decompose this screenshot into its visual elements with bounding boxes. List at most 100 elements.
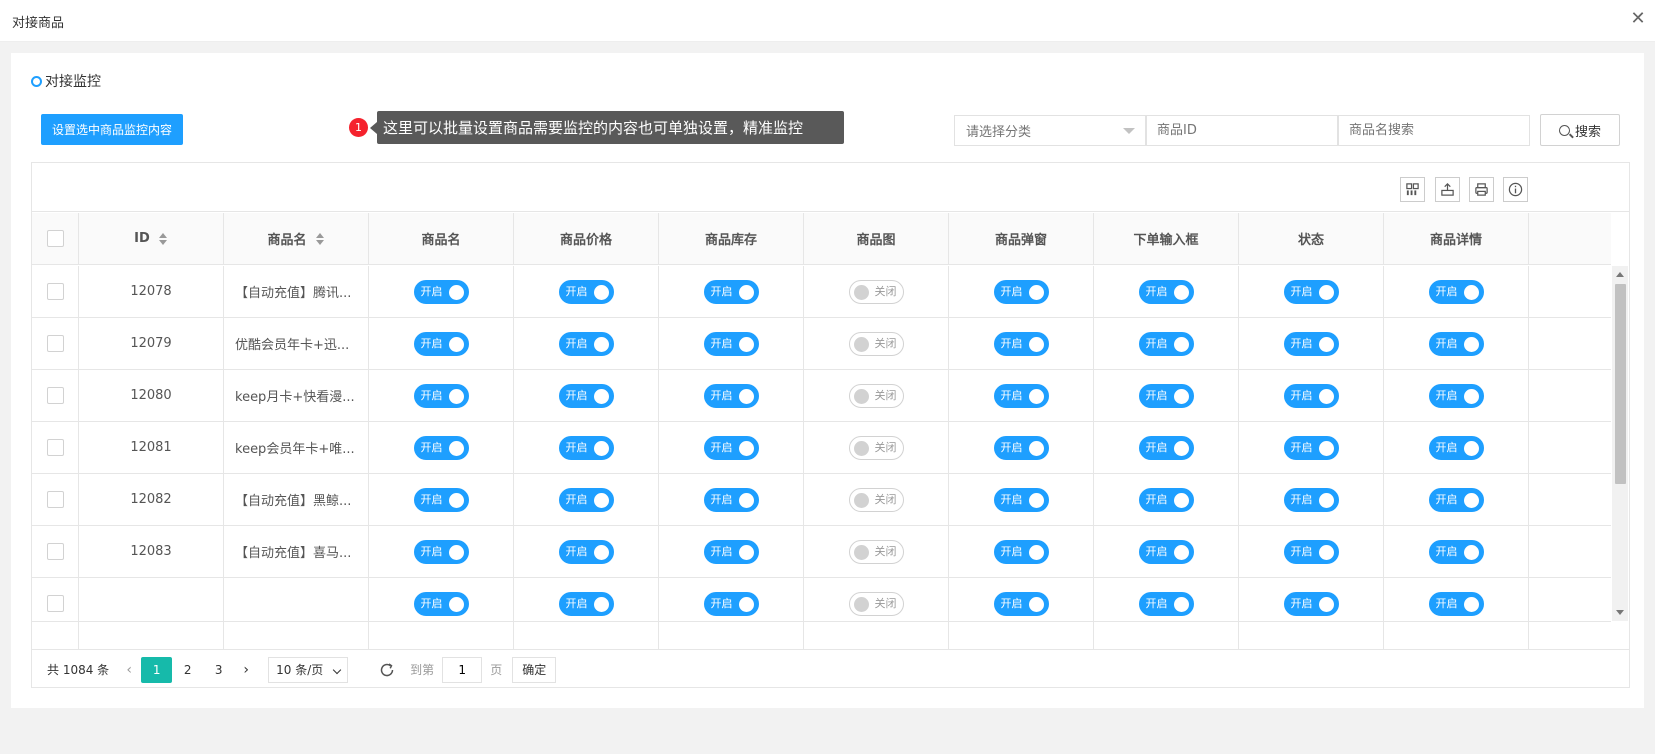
monitor-price-toggle[interactable]: 开启 [558,383,614,408]
row-checkbox[interactable] [46,335,64,352]
print-icon[interactable] [1469,177,1494,202]
monitor-price-toggle[interactable]: 开启 [558,435,614,460]
monitor-popup-toggle[interactable]: 开启 [993,279,1049,304]
close-icon[interactable]: ✕ [1629,10,1647,28]
row-checkbox[interactable] [46,283,64,300]
monitor-name-toggle[interactable]: 开启 [413,383,469,408]
scroll-thumb[interactable] [1615,284,1626,484]
prev-page-icon[interactable]: ‹ [117,662,141,678]
monitor-stock-toggle[interactable]: 开启 [703,591,759,616]
header-product-name-sortable[interactable]: 商品名 [224,213,369,264]
monitor-stock-toggle[interactable]: 开启 [703,279,759,304]
monitor-order-input-toggle[interactable]: 开启 [1138,487,1194,512]
goto-page-input[interactable] [442,656,483,683]
monitor-status-toggle[interactable]: 开启 [1283,279,1339,304]
product-name-search-input[interactable] [1338,115,1530,146]
monitor-order-input-toggle[interactable]: 开启 [1138,539,1194,564]
batch-set-monitor-button[interactable]: 设置选中商品监控内容 [41,114,183,145]
toggle-knob [1463,284,1479,300]
info-icon[interactable] [1503,177,1528,202]
sort-icon[interactable] [315,232,325,245]
row-checkbox[interactable] [46,491,64,508]
scroll-up-icon[interactable] [1616,272,1624,277]
page-3[interactable]: 3 [203,657,234,683]
row-checkbox[interactable] [46,595,64,612]
monitor-image-toggle[interactable]: 关闭 [848,539,904,564]
monitor-stock-toggle[interactable]: 开启 [703,487,759,512]
monitor-status-toggle[interactable]: 开启 [1283,435,1339,460]
row-select-cell [32,370,79,421]
monitor-status-toggle[interactable]: 开启 [1283,487,1339,512]
monitor-status-toggle[interactable]: 开启 [1283,539,1339,564]
monitor-detail-toggle[interactable]: 开启 [1428,591,1484,616]
monitor-stock-toggle[interactable]: 开启 [703,435,759,460]
monitor-detail-toggle[interactable]: 开启 [1428,435,1484,460]
monitor-order-input-toggle[interactable]: 开启 [1138,331,1194,356]
monitor-name-toggle[interactable]: 开启 [413,331,469,356]
page-2[interactable]: 2 [172,657,203,683]
header-id[interactable]: ID [79,213,224,264]
monitor-stock-toggle[interactable]: 开启 [703,383,759,408]
monitor-detail-toggle[interactable]: 开启 [1428,331,1484,356]
monitor-price-toggle[interactable]: 开启 [558,487,614,512]
monitor-popup-toggle[interactable]: 开启 [993,383,1049,408]
page-1[interactable]: 1 [141,656,173,683]
monitor-image-toggle[interactable]: 关闭 [848,487,904,512]
monitor-image-toggle[interactable]: 关闭 [848,435,904,460]
footer-cell [79,622,224,650]
monitor-image-toggle[interactable]: 关闭 [848,383,904,408]
export-icon[interactable] [1435,177,1460,202]
cell-monitor-status: 开启 [1239,318,1384,369]
monitor-stock-toggle[interactable]: 开启 [703,539,759,564]
monitor-status-toggle[interactable]: 开启 [1283,591,1339,616]
monitor-name-toggle[interactable]: 开启 [413,435,469,460]
monitor-order-input-toggle[interactable]: 开启 [1138,591,1194,616]
category-select[interactable]: 请选择分类 [954,115,1146,146]
page-size-select[interactable]: 10 条/页 [268,656,349,683]
monitor-popup-toggle[interactable]: 开启 [993,435,1049,460]
row-checkbox[interactable] [46,387,64,404]
monitor-detail-toggle[interactable]: 开启 [1428,487,1484,512]
monitor-status-toggle[interactable]: 开启 [1283,331,1339,356]
monitor-price-toggle[interactable]: 开启 [558,279,614,304]
monitor-popup-toggle[interactable]: 开启 [993,591,1049,616]
row-select-cell [32,526,79,577]
monitor-price-toggle[interactable]: 开启 [558,331,614,356]
monitor-popup-toggle[interactable]: 开启 [993,487,1049,512]
monitor-popup-toggle[interactable]: 开启 [993,331,1049,356]
table-scrollbar[interactable] [1612,266,1628,621]
monitor-name-toggle[interactable]: 开启 [413,591,469,616]
goto-confirm-button[interactable]: 确定 [512,656,557,683]
monitor-name-toggle[interactable]: 开启 [413,279,469,304]
monitor-image-toggle[interactable]: 关闭 [848,331,904,356]
monitor-name-toggle[interactable]: 开启 [413,487,469,512]
monitor-order-input-toggle[interactable]: 开启 [1138,435,1194,460]
scroll-down-icon[interactable] [1616,610,1624,615]
row-select-cell [32,266,79,317]
header-label: 下单输入框 [1133,233,1199,248]
monitor-detail-toggle[interactable]: 开启 [1428,539,1484,564]
refresh-icon[interactable] [378,661,396,679]
monitor-stock-toggle[interactable]: 开启 [703,331,759,356]
monitor-popup-toggle[interactable]: 开启 [993,539,1049,564]
monitor-image-toggle[interactable]: 关闭 [848,591,904,616]
monitor-order-input-toggle[interactable]: 开启 [1138,279,1194,304]
select-all-checkbox[interactable] [46,230,64,247]
product-id-input[interactable] [1146,115,1338,146]
monitor-image-toggle[interactable]: 关闭 [848,279,904,304]
monitor-price-toggle[interactable]: 开启 [558,539,614,564]
row-checkbox[interactable] [46,439,64,456]
monitor-detail-toggle[interactable]: 开启 [1428,279,1484,304]
columns-filter-icon[interactable] [1400,177,1425,202]
toggle-label: 开启 [1290,336,1313,350]
monitor-name-toggle[interactable]: 开启 [413,539,469,564]
row-checkbox[interactable] [46,543,64,560]
monitor-price-toggle[interactable]: 开启 [558,591,614,616]
monitor-detail-toggle[interactable]: 开启 [1428,383,1484,408]
sort-icon[interactable] [158,232,168,245]
search-button[interactable]: 搜索 [1540,114,1620,146]
next-page-icon[interactable]: › [234,662,258,678]
monitor-status-toggle[interactable]: 开启 [1283,383,1339,408]
monitor-order-input-toggle[interactable]: 开启 [1138,383,1194,408]
cell-monitor-detail: 开启 [1384,474,1529,525]
